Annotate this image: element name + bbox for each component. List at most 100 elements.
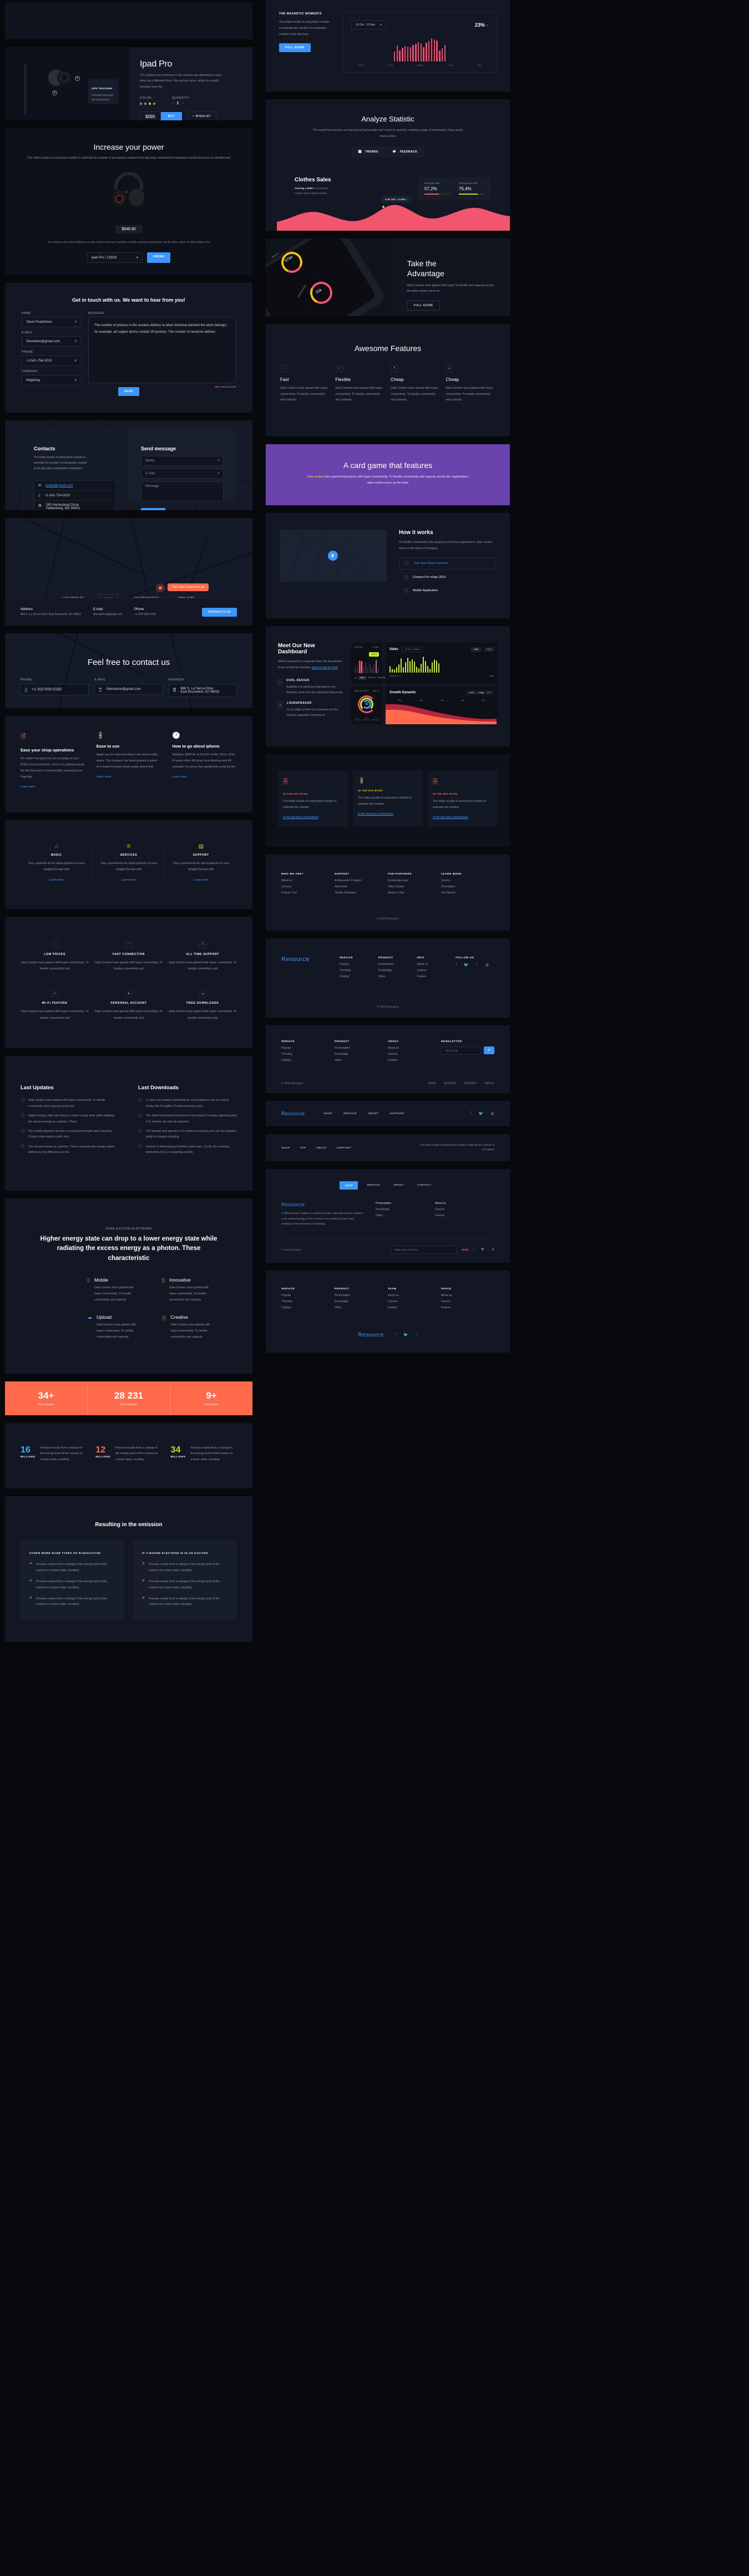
footer-link[interactable]: Popular [281,1046,335,1050]
color-swatches[interactable] [140,102,155,105]
submit-button[interactable]: SUBMIT [141,508,166,510]
map-marker[interactable] [156,583,165,592]
footer-link[interactable]: Trending [340,969,378,972]
swatch-green[interactable] [149,102,151,105]
footer-link[interactable]: Careers [435,1208,494,1211]
model-select[interactable]: Ipad Pro / 128Gb ▾ [87,252,143,263]
sales-tab-bar[interactable]: BAR [484,647,494,652]
how-item-1-label[interactable]: True Sine Wave Inverters [413,562,448,565]
twitter-icon[interactable]: 🐦 [464,963,469,967]
card-link[interactable]: Learn more [21,785,36,789]
card-link[interactable]: Learn more [97,775,112,779]
quantity-stepper[interactable]: ‹ 1 › [172,101,190,105]
video-thumbnail[interactable] [280,530,387,582]
footer-nav-shop[interactable]: SHOP [281,1146,290,1149]
footer-link[interactable]: Knowledge [335,1300,388,1303]
footer-nav[interactable]: SHOP SERVICE ABOUT CONTACT [281,1181,494,1190]
footer-nav-support[interactable]: SUPPORT [337,1146,351,1149]
logo[interactable]: Resource [281,1111,305,1116]
facebook-icon[interactable]: f [395,1333,396,1337]
footer-nav-support[interactable]: SUPPORT [464,1082,477,1085]
footer-link[interactable]: Trending [281,1300,335,1303]
msg-email-input[interactable]: E-mail • [141,469,224,479]
footer-link[interactable]: Video [376,1214,435,1217]
footer-link[interactable]: Catalog [281,1059,335,1062]
footer-link[interactable]: About us [388,1294,441,1297]
how-item-1[interactable]: 1 True Sine Wave Inverters [399,557,495,570]
footer-link[interactable]: Feature [388,1306,441,1309]
company-input[interactable]: Magicbay ✓ [22,375,82,385]
contact-email[interactable]: studio@gmail.com [45,484,73,487]
footer-link[interactable]: Careers [281,885,335,888]
wishlist-button[interactable]: ♥ WISHLIST [186,111,217,120]
footer-link[interactable]: Ambassador Program [335,879,388,882]
footer-nav-about[interactable]: ABOUT [368,1112,378,1115]
logo[interactable]: Resource [281,1202,365,1207]
qty-decrement-icon[interactable]: ‹ [172,101,173,105]
tab-feedback[interactable]: 💬 FEEDBACK [386,146,425,157]
footer-nav[interactable]: SHOP SERVICE SUPPORT ABOUT [428,1082,494,1085]
social-links[interactable]: f 🐦 ≈ ▣ [456,963,494,967]
footer-link[interactable]: Careers [417,969,456,972]
send-button[interactable]: SEND [118,387,139,396]
blog-link[interactable]: in the big bang contradicted [358,812,393,816]
message-textarea[interactable]: The number of protons in the nucleus def… [88,317,236,383]
footer-link[interactable]: Presentation [335,1046,388,1050]
qty-increment-icon[interactable]: › [182,101,183,105]
footer-link[interactable]: Video [335,1059,388,1062]
instagram-icon[interactable]: ▣ [485,963,489,967]
facebook-icon[interactable]: f [456,963,457,967]
how-item-2[interactable]: 2 Coupon For mSpy 2015 [399,572,495,583]
rss-icon[interactable]: ≈ [476,963,478,967]
footer-link[interactable]: Popular [281,1294,335,1297]
footer-link[interactable]: Feature Tour [281,891,335,895]
twitter-icon[interactable]: 🐦 [479,1111,484,1116]
order-button[interactable]: ORDER [146,252,171,263]
footer-link[interactable]: Vendor Database [335,891,388,895]
play-button-icon[interactable] [328,551,338,561]
facebook-icon[interactable]: f [470,1111,472,1116]
footer-link[interactable]: About us [417,963,456,966]
footer-link[interactable]: Presentation [335,1294,388,1297]
footer-link[interactable]: Developers [441,885,494,888]
footer-nav[interactable]: SHOP TOP ABOUT SUPPORT [281,1146,351,1149]
rss-icon[interactable]: ≈ [416,1333,418,1337]
dashboard-link[interactable]: aligned with the field [312,666,338,669]
footer-link[interactable]: Catalog [340,975,378,978]
footer-link[interactable]: Presentation [376,1202,435,1205]
swatch-blue[interactable] [140,102,142,105]
full-guide-button[interactable]: FULL GUIDE [279,43,311,52]
footer-link[interactable]: Feature [435,1214,494,1217]
instagram-icon[interactable]: ▣ [490,1111,494,1116]
footer-link[interactable]: Feature [388,1059,441,1062]
sales-tab-line[interactable]: LINE [471,647,482,652]
footer-nav-support[interactable]: SUPPORT [390,1112,404,1115]
phone-input[interactable]: +1-541-754-3010 ✓ [22,355,82,366]
blog-link[interactable]: in the big bang contradicted [433,816,468,819]
footer-link[interactable]: Service [441,879,494,882]
footer-link[interactable]: About us [435,1202,494,1205]
footer-link[interactable]: Advervtise [335,885,388,888]
logo[interactable]: Resource [281,956,340,963]
footer-link[interactable]: Careers [388,1053,441,1056]
stocks-tab-weekly[interactable]: WEEKLY [368,677,376,679]
footer-nav-about[interactable]: ABOUT [389,1181,408,1190]
footer-link[interactable]: Careers [441,1300,494,1303]
how-item-3[interactable]: 3 Mobile Application [399,585,495,596]
msg-body-input[interactable]: Message [141,481,224,501]
footer-nav-service[interactable]: SERVICE [444,1082,456,1085]
contacts-us-button[interactable]: CONTACTS US [201,607,237,617]
footer-nav-top[interactable]: TOP [300,1146,306,1149]
hotspot-plus-icon-2[interactable]: + [52,90,57,95]
social-links[interactable]: f 🐦 ≈ [395,1333,418,1337]
footer-link[interactable]: Knowledge [378,969,417,972]
footer-link[interactable]: Trending [281,1053,335,1056]
social-links[interactable]: f 🐦 ▣ [473,1248,494,1251]
buy-button[interactable]: BUY [160,112,182,120]
footer-nav-about[interactable]: ABOUT [485,1082,494,1085]
footer-link[interactable]: Feature [417,975,456,978]
newsletter-input[interactable]: Your e-mail [441,1046,482,1055]
logo[interactable]: Resource [358,1332,384,1338]
footer-link[interactable]: About us [441,1294,494,1297]
mss-link[interactable]: Learn more [49,878,64,882]
